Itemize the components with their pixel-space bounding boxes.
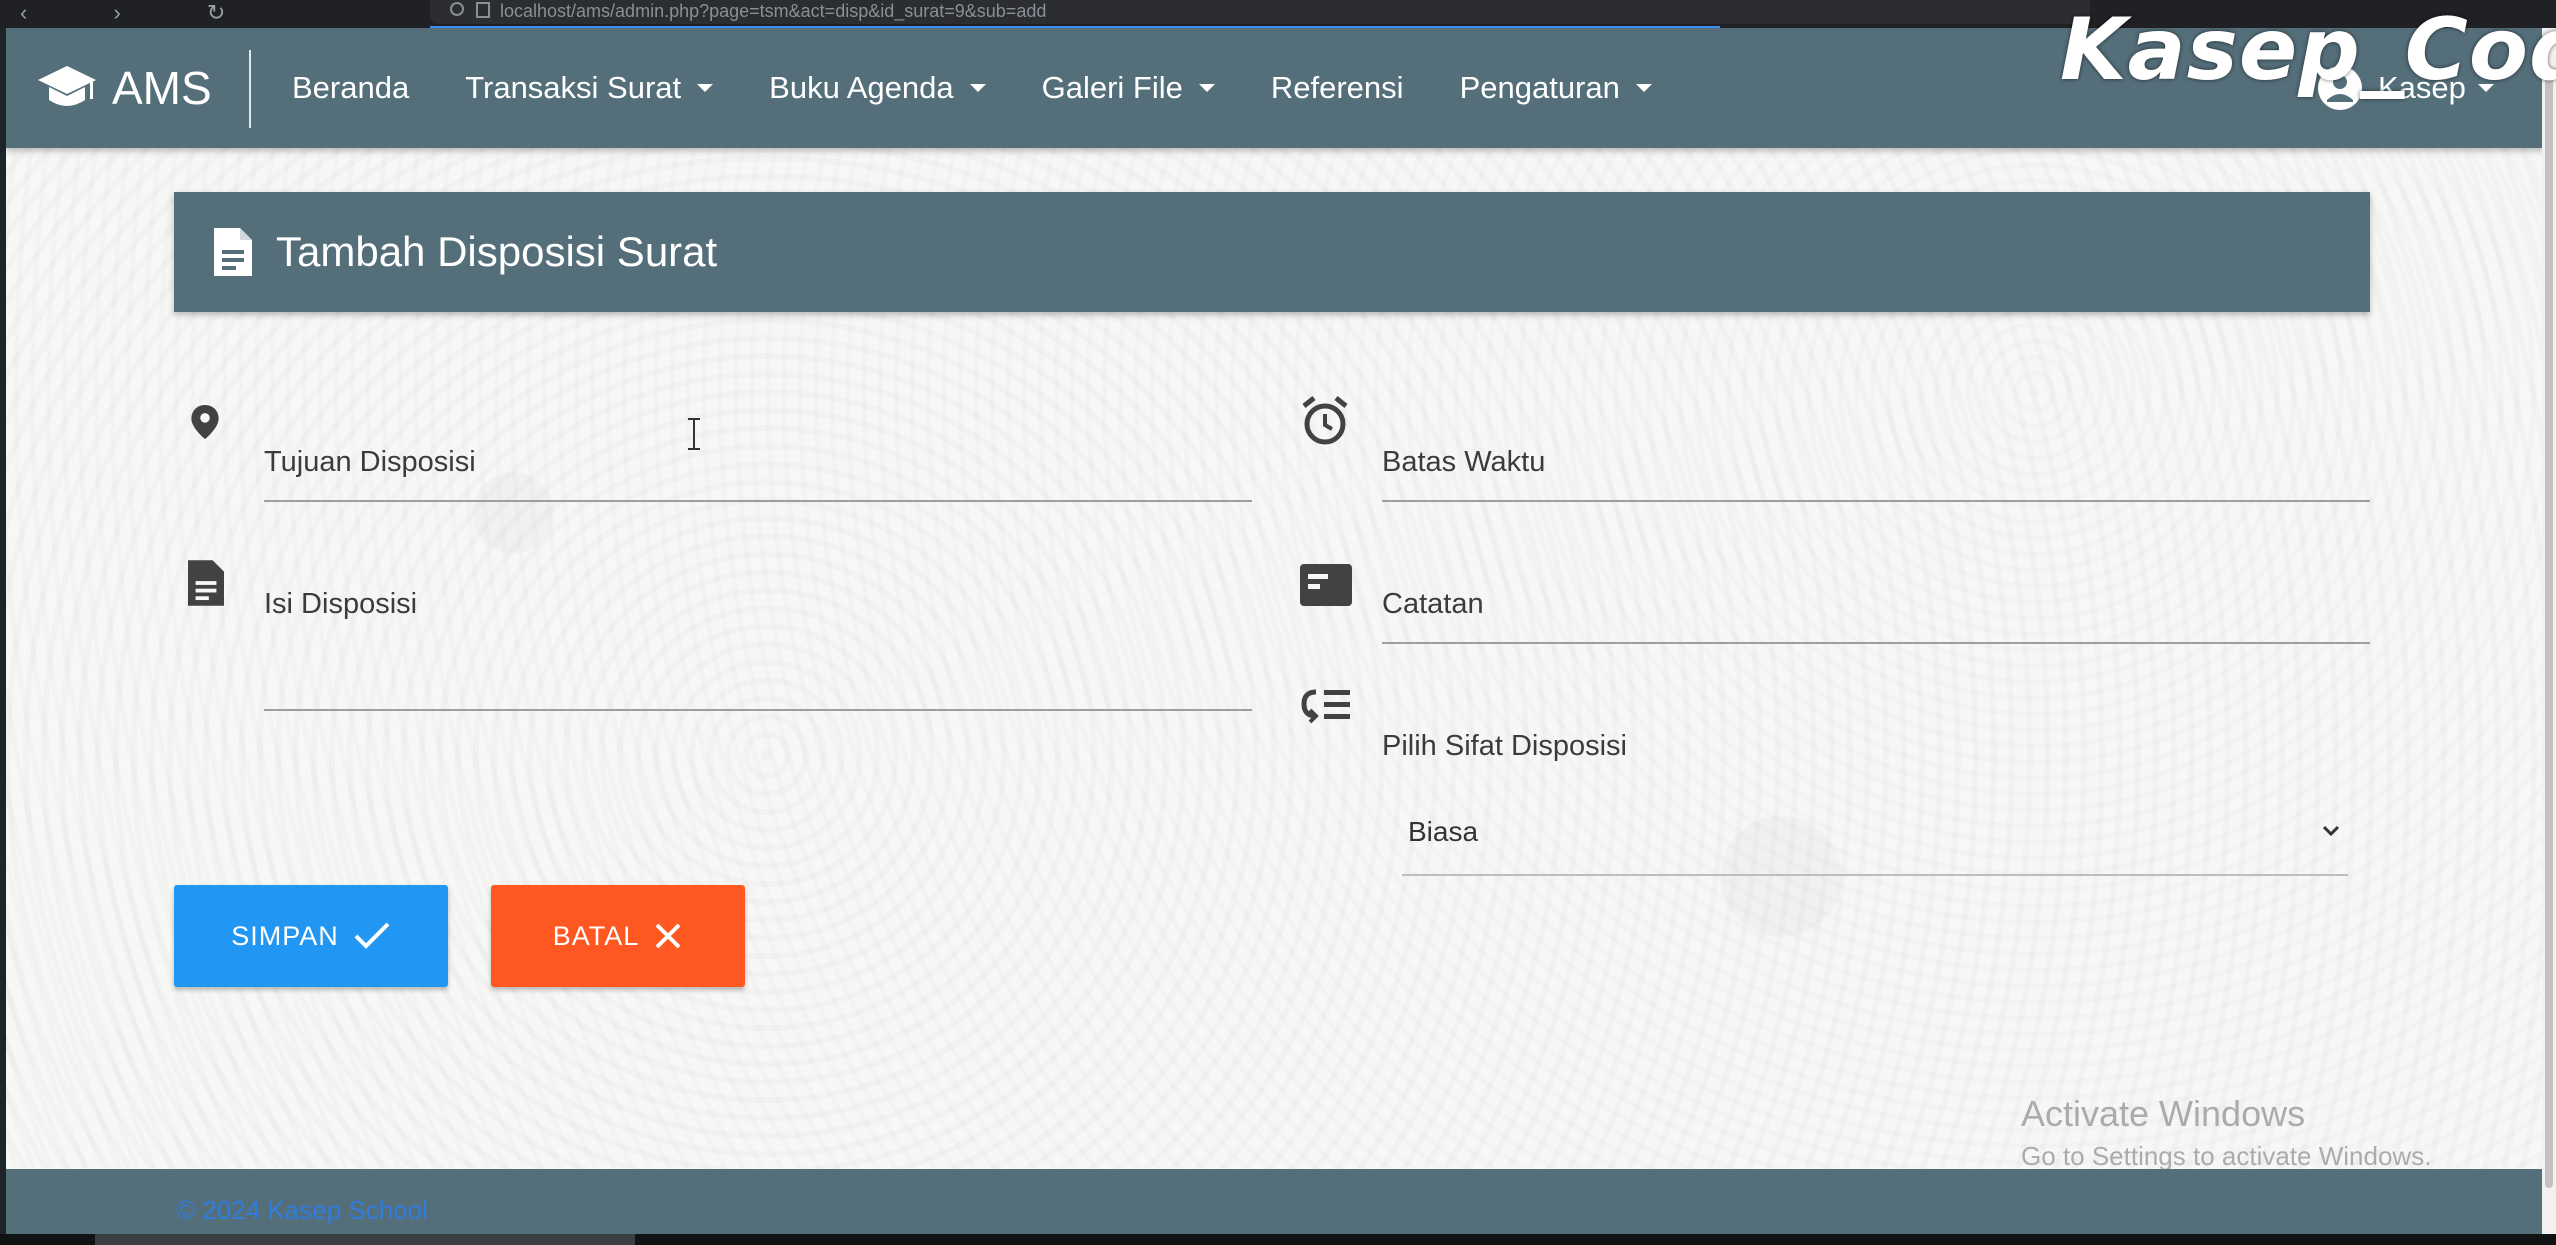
tujuan-disposisi-underline: [264, 500, 1252, 502]
card-title: Tambah Disposisi Surat: [276, 228, 718, 275]
sifat-disposisi-underline: [1402, 874, 2348, 876]
address-bar-url: localhost/ams/admin.php?page=tsm&act=dis…: [500, 1, 1047, 21]
card-header: Tambah Disposisi Surat: [174, 192, 2370, 312]
menu-item-galeri-file[interactable]: Galeri File: [1042, 70, 1215, 106]
save-button[interactable]: SIMPAN: [174, 885, 448, 987]
page-scrollbar[interactable]: [2542, 28, 2556, 1240]
menu-item-beranda[interactable]: Beranda: [292, 70, 409, 106]
location-pin-icon: [191, 404, 219, 440]
document-icon: [188, 560, 224, 606]
footer: © 2024 Kasep School: [6, 1169, 2542, 1240]
sifat-disposisi-value: Biasa: [1408, 816, 1479, 847]
activate-windows-title: Activate Windows: [2021, 1093, 2306, 1134]
menu-item-pengaturan[interactable]: Pengaturan: [1460, 70, 1652, 106]
main-menu: Beranda Transaksi Surat Buku Agenda Gale…: [292, 28, 1708, 148]
check-icon: [354, 922, 390, 949]
taskbar-segment: [95, 1234, 635, 1245]
batas-waktu-field[interactable]: Batas Waktu: [1300, 392, 2370, 502]
brand-name: AMS: [112, 62, 212, 114]
menu-item-referensi[interactable]: Referensi: [1271, 70, 1404, 106]
tujuan-disposisi-label: Tujuan Disposisi: [264, 446, 476, 478]
save-button-label: SIMPAN: [231, 920, 339, 951]
batas-waktu-label: Batas Waktu: [1382, 446, 1546, 478]
graduation-cap-icon: [38, 66, 96, 106]
caret-down-icon: [1198, 84, 1215, 92]
tujuan-disposisi-field[interactable]: Tujuan Disposisi: [182, 392, 1252, 502]
list-icon: [1301, 689, 1350, 724]
address-bar[interactable]: localhost/ams/admin.php?page=tsm&act=dis…: [430, 0, 2090, 24]
catatan-field[interactable]: Catatan: [1300, 532, 2370, 644]
channel-watermark: Kasep_Code: [2060, 0, 2556, 100]
text-cursor-icon: [688, 418, 700, 450]
catatan-label: Catatan: [1382, 588, 1484, 620]
cancel-button-label: BATAL: [552, 920, 640, 951]
brand-logo[interactable]: AMS: [36, 60, 212, 116]
menu-item-label: Buku Agenda: [769, 70, 954, 105]
page-icon: [476, 2, 490, 18]
sifat-disposisi-label: Pilih Sifat Disposisi: [1382, 730, 1627, 762]
caret-down-icon: [969, 84, 986, 92]
activate-windows-subtitle: Go to Settings to activate Windows.: [2021, 1141, 2432, 1171]
alarm-clock-icon: [1302, 396, 1348, 445]
caret-down-icon: [697, 84, 714, 92]
card-icon: [1300, 564, 1352, 606]
menu-item-label: Pengaturan: [1459, 70, 1620, 105]
sifat-disposisi-select[interactable]: Biasa: [1402, 794, 2348, 876]
menu-item-transaksi-surat[interactable]: Transaksi Surat: [465, 70, 714, 106]
document-icon: [214, 228, 252, 276]
taskbar-strip: [0, 1234, 2556, 1245]
browser-nav-arrows[interactable]: ‹ › ↻: [20, 0, 265, 26]
cancel-button[interactable]: BATAL: [491, 885, 745, 987]
caret-down-icon: [1635, 84, 1652, 92]
chevron-down-icon: [2322, 825, 2340, 837]
close-icon: [655, 923, 681, 949]
menu-item-buku-agenda[interactable]: Buku Agenda: [769, 70, 986, 106]
scrollbar-thumb[interactable]: [2545, 68, 2553, 1188]
batas-waktu-underline: [1382, 500, 2370, 502]
activate-windows-watermark: Activate Windows Go to Settings to activ…: [2021, 1093, 2431, 1172]
page: AMS Beranda Transaksi Surat Buku Agenda …: [6, 28, 2542, 1240]
footer-copyright[interactable]: © 2024 Kasep School: [176, 1195, 428, 1226]
isi-disposisi-underline: [264, 709, 1252, 711]
brand-divider: [249, 50, 251, 128]
site-info-icon[interactable]: [450, 2, 464, 16]
isi-disposisi-label: Isi Disposisi: [264, 588, 418, 620]
menu-item-label: Beranda: [292, 70, 410, 105]
menu-item-label: Transaksi Surat: [465, 70, 682, 105]
menu-item-label: Referensi: [1270, 70, 1404, 105]
catatan-underline: [1382, 642, 2370, 644]
isi-disposisi-field[interactable]: Isi Disposisi: [182, 532, 1252, 712]
menu-item-label: Galeri File: [1041, 70, 1183, 105]
